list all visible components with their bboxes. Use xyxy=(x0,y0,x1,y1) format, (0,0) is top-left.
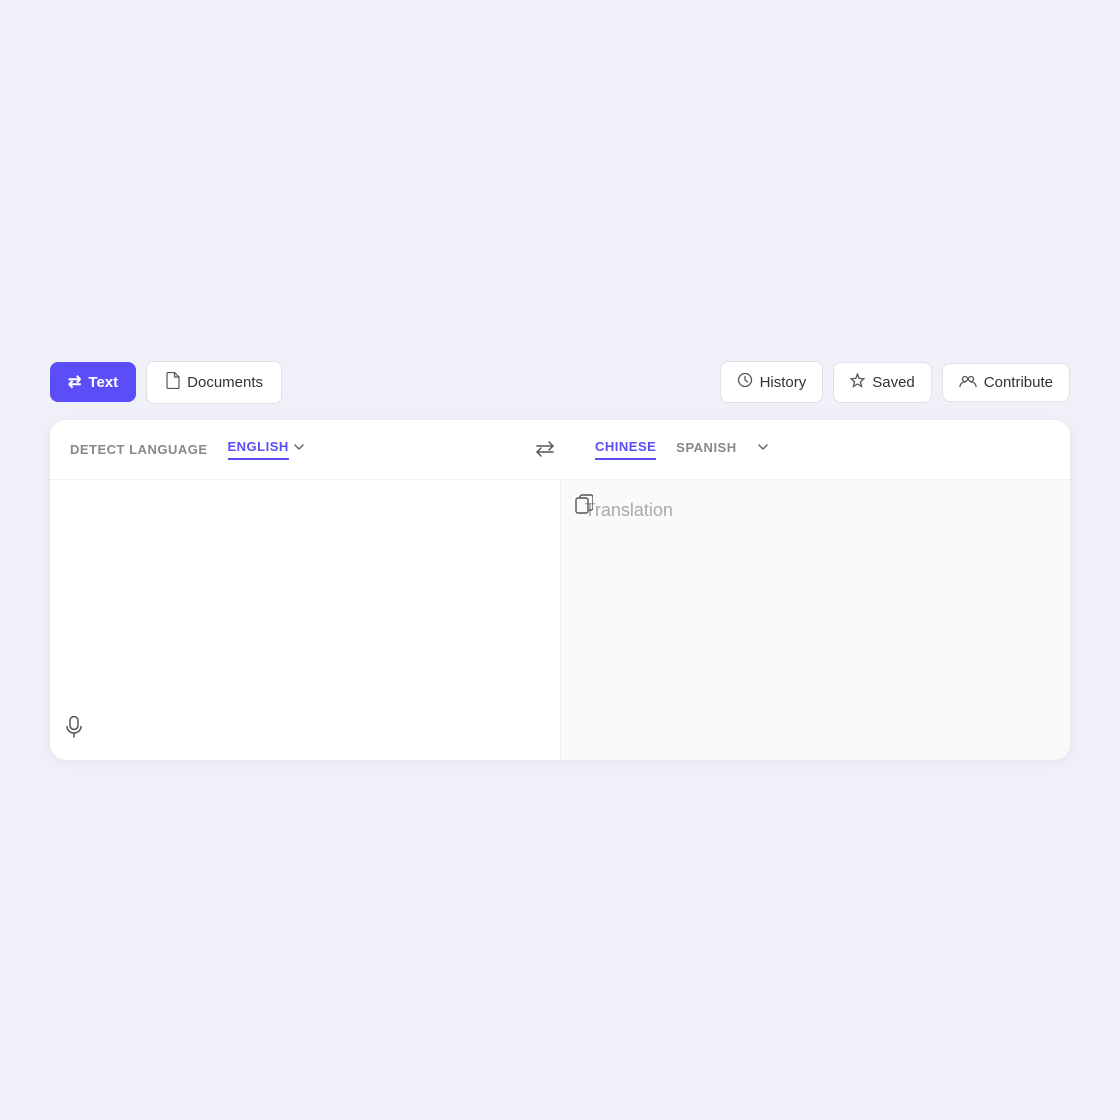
toolbar: ⇄ Text Documents xyxy=(50,361,1070,404)
text-button-label: Text xyxy=(88,374,118,391)
contribute-button-label: Contribute xyxy=(984,374,1053,391)
input-area xyxy=(50,480,561,760)
source-text-input[interactable] xyxy=(74,500,536,740)
translate-card: DETECT LANGUAGE ENGLISH xyxy=(50,420,1070,760)
lang-bar-right: CHINESE SPANISH xyxy=(565,439,1050,460)
text-areas: Translation xyxy=(50,480,1070,760)
detect-language-label[interactable]: DETECT LANGUAGE xyxy=(70,442,208,457)
english-tab[interactable]: ENGLISH xyxy=(228,439,289,460)
toolbar-right: History Saved Contribute xyxy=(720,361,1070,403)
saved-button-label: Saved xyxy=(872,374,915,391)
output-area: Translation xyxy=(561,480,1071,760)
history-button[interactable]: History xyxy=(720,361,824,403)
language-bar: DETECT LANGUAGE ENGLISH xyxy=(50,420,1070,480)
spanish-tab[interactable]: SPANISH xyxy=(676,440,736,459)
swap-languages-button[interactable] xyxy=(525,441,565,457)
document-icon xyxy=(165,372,180,393)
documents-button-label: Documents xyxy=(187,374,263,391)
star-icon xyxy=(850,373,865,392)
toolbar-left: ⇄ Text Documents xyxy=(50,361,282,404)
text-button[interactable]: ⇄ Text xyxy=(50,362,136,402)
translation-placeholder: Translation xyxy=(585,500,673,520)
contribute-icon xyxy=(959,374,977,391)
documents-button[interactable]: Documents xyxy=(146,361,282,404)
source-chevron-icon[interactable] xyxy=(293,440,305,458)
copy-button[interactable] xyxy=(575,494,593,520)
microphone-button[interactable] xyxy=(66,716,82,744)
target-chevron-icon[interactable] xyxy=(757,440,769,458)
contribute-button[interactable]: Contribute xyxy=(942,363,1070,402)
app-container: ⇄ Text Documents xyxy=(30,341,1090,780)
english-tab-container: ENGLISH xyxy=(228,439,305,460)
translate-icon: ⇄ xyxy=(68,372,81,392)
saved-button[interactable]: Saved xyxy=(833,362,932,403)
history-button-label: History xyxy=(760,374,807,391)
lang-bar-left: DETECT LANGUAGE ENGLISH xyxy=(70,439,525,460)
history-icon xyxy=(737,372,753,392)
chinese-tab[interactable]: CHINESE xyxy=(595,439,656,460)
